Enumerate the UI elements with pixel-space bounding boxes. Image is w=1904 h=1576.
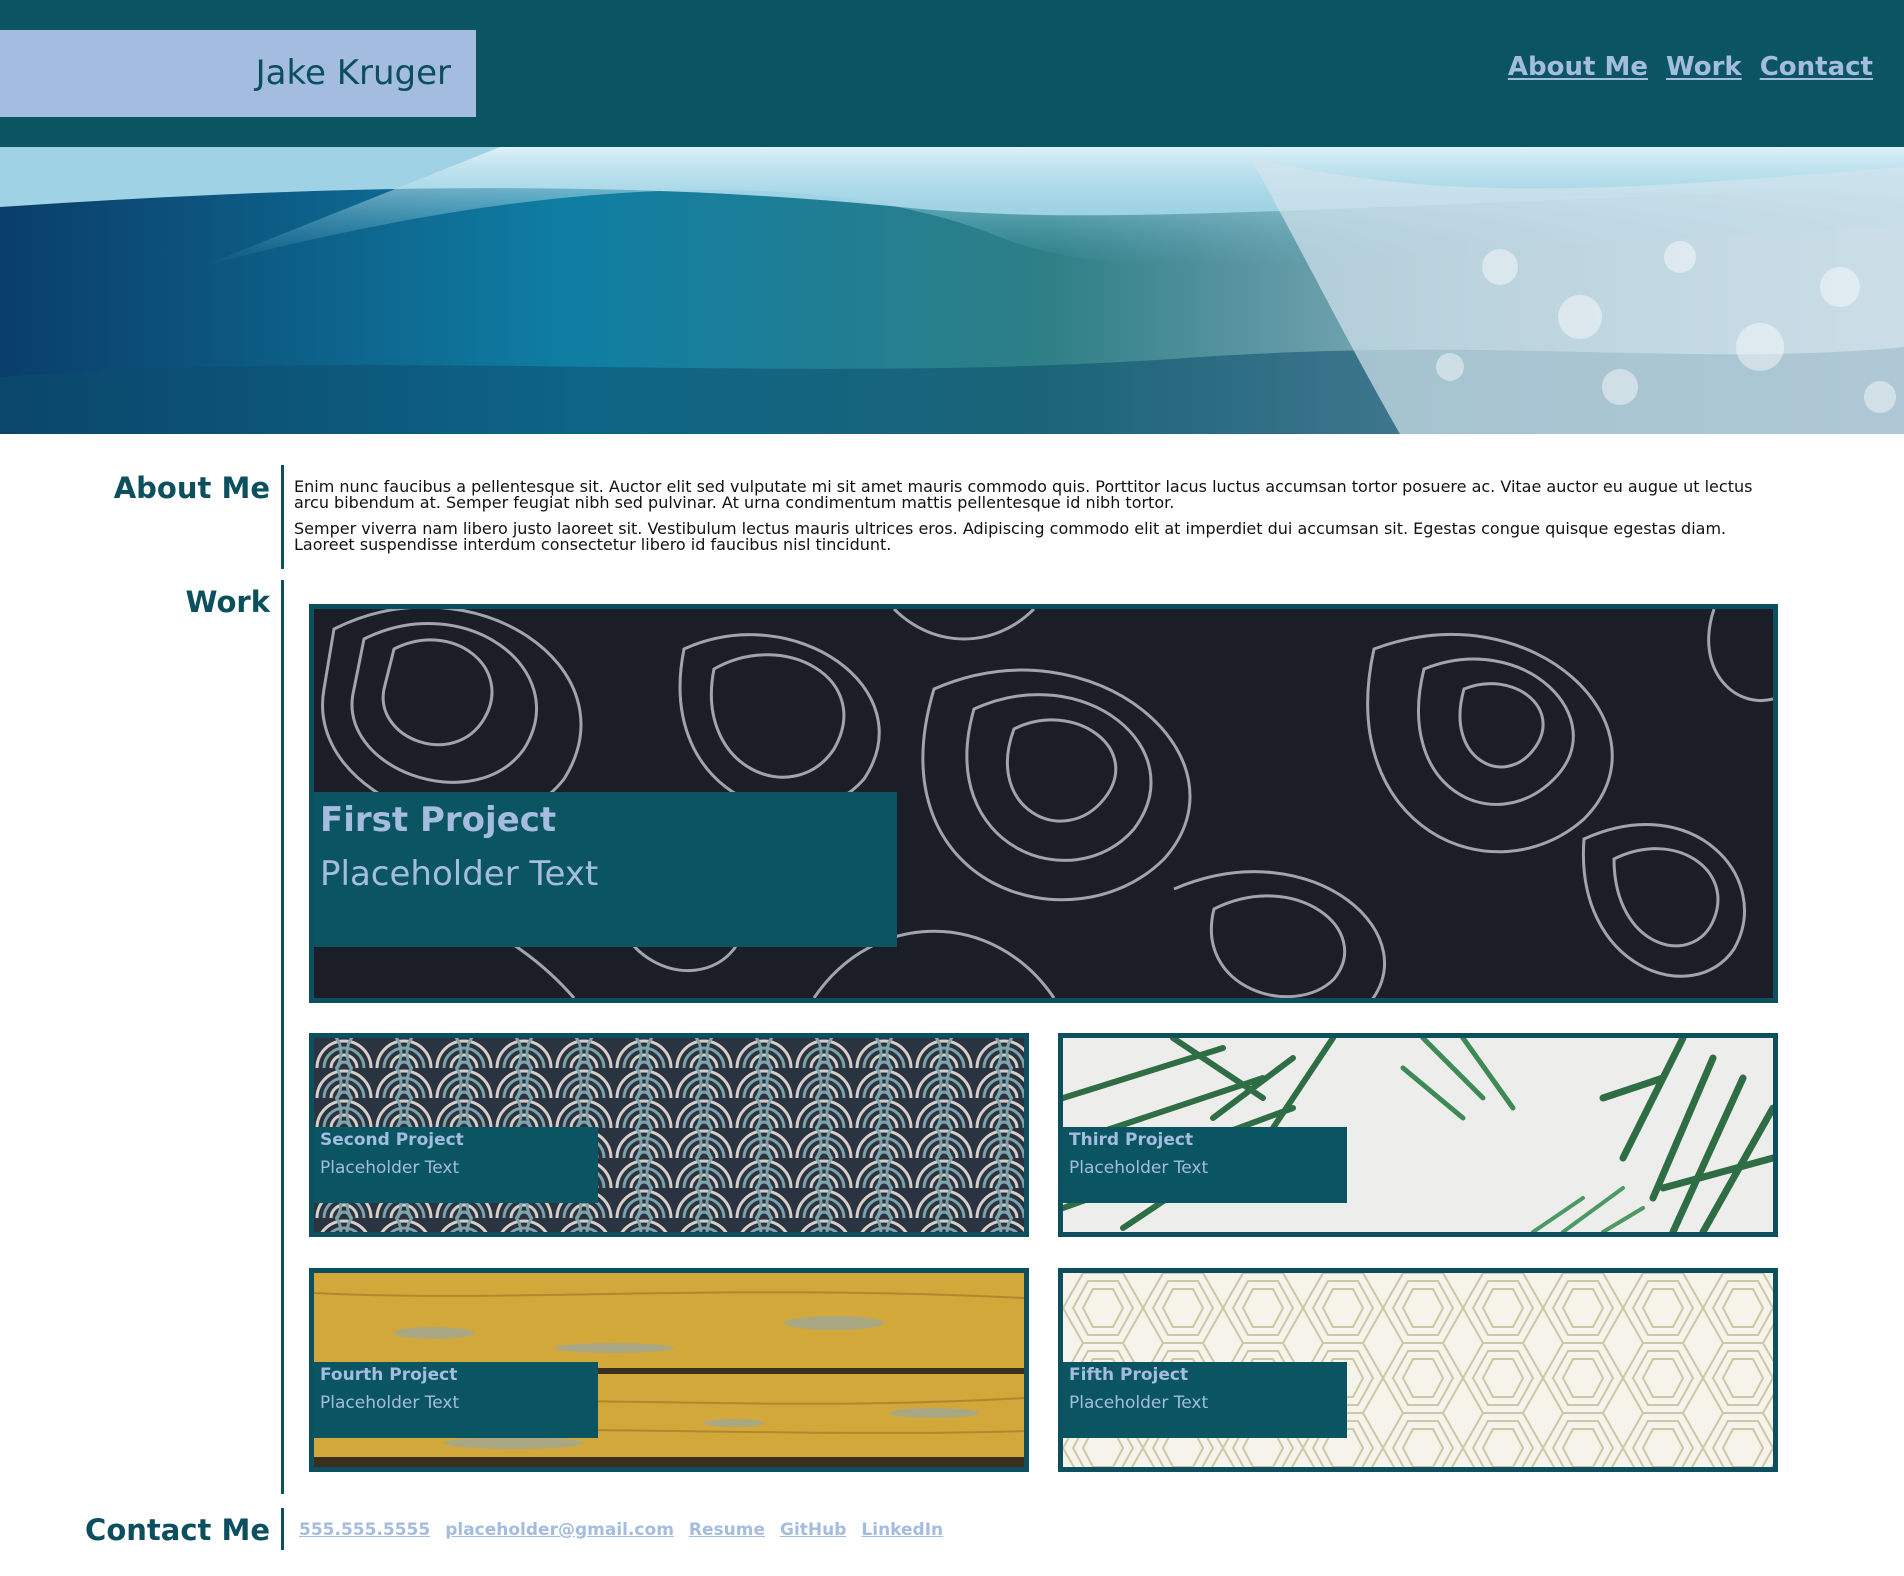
contact-links: 555.555.5555 placeholder@gmail.com Resum…	[299, 1520, 943, 1540]
project-caption: Fourth Project Placeholder Text	[314, 1362, 598, 1438]
project-subtitle: Placeholder Text	[320, 1393, 460, 1413]
nav-contact-link[interactable]: Contact	[1760, 52, 1873, 82]
project-subtitle: Placeholder Text	[1069, 1158, 1209, 1178]
work-divider	[281, 580, 284, 1494]
nav-work-link[interactable]: Work	[1666, 52, 1742, 82]
project-card-fourth[interactable]: Fourth Project Placeholder Text	[309, 1268, 1029, 1472]
contact-me-heading: Contact Me	[85, 1513, 270, 1547]
project-card-fifth[interactable]: Fifth Project Placeholder Text	[1058, 1268, 1778, 1472]
linkedin-link[interactable]: LinkedIn	[861, 1520, 943, 1540]
project-card-second[interactable]: Second Project Placeholder Text	[309, 1033, 1029, 1237]
github-link[interactable]: GitHub	[780, 1520, 846, 1540]
project-card-first[interactable]: First Project Placeholder Text	[309, 604, 1778, 1003]
work-heading: Work	[185, 585, 270, 619]
project-caption: First Project Placeholder Text	[314, 792, 897, 947]
email-link[interactable]: placeholder@gmail.com	[445, 1520, 674, 1540]
project-title: Second Project	[320, 1130, 464, 1150]
project-subtitle: Placeholder Text	[320, 854, 599, 894]
project-subtitle: Placeholder Text	[320, 1158, 460, 1178]
site-header: Jake Kruger About Me Work Contact	[0, 0, 1904, 147]
site-name: Jake Kruger	[0, 30, 476, 117]
project-caption: Fifth Project Placeholder Text	[1063, 1362, 1347, 1438]
project-subtitle: Placeholder Text	[1069, 1393, 1209, 1413]
project-caption: Third Project Placeholder Text	[1063, 1127, 1347, 1203]
phone-link[interactable]: 555.555.5555	[299, 1520, 430, 1540]
project-title: First Project	[320, 800, 557, 840]
project-title: Third Project	[1069, 1130, 1194, 1150]
project-caption: Second Project Placeholder Text	[314, 1127, 598, 1203]
project-card-third[interactable]: Third Project Placeholder Text	[1058, 1033, 1778, 1237]
project-title: Fourth Project	[320, 1365, 458, 1385]
about-paragraph: Semper viverra nam libero justo laoreet …	[294, 519, 1727, 554]
about-paragraph: Enim nunc faucibus a pellentesque sit. A…	[294, 477, 1753, 512]
main-nav: About Me Work Contact	[1508, 52, 1873, 82]
project-title: Fifth Project	[1069, 1365, 1189, 1385]
about-divider	[281, 465, 284, 569]
hero-wave-image	[0, 147, 1904, 434]
nav-about-me-link[interactable]: About Me	[1508, 52, 1648, 82]
contact-divider	[281, 1508, 284, 1550]
about-me-heading: About Me	[113, 471, 270, 505]
about-text: Enim nunc faucibus a pellentesque sit. A…	[294, 479, 1774, 563]
resume-link[interactable]: Resume	[689, 1520, 765, 1540]
